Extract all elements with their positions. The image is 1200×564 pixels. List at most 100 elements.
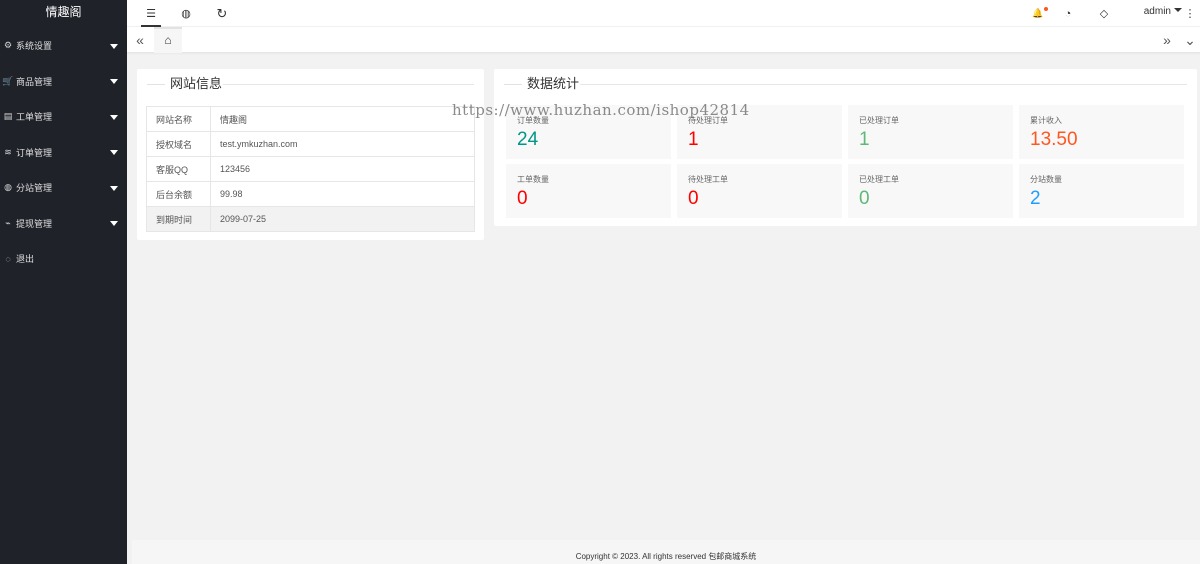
palette-icon: ◔ (1064, 7, 1072, 20)
watermark: https://www.huzhan.com/ishop42814 (452, 101, 750, 119)
cart-icon: 🛒 (2, 75, 14, 86)
stat-pending-tickets: 待处理工单 0 (677, 164, 842, 218)
layers-icon: ≋ (4, 146, 12, 157)
sidebar-item-goods[interactable]: 🛒 商品管理 (0, 64, 127, 100)
menu-toggle-button[interactable]: ☰ (137, 0, 165, 27)
sidebar-item-label: 订单管理 (16, 147, 53, 158)
username: admin (1143, 6, 1171, 17)
tab-options-button[interactable]: ⌄ (1180, 27, 1200, 53)
caret-down-icon (110, 43, 118, 49)
table-row: 后台余额 99.98 (146, 181, 475, 207)
footer: Copyright © 2023. All rights reserved 包邮… (132, 540, 1200, 564)
sidebar-item-label: 退出 (16, 254, 35, 265)
stat-value: 1 (859, 129, 870, 150)
info-value: 99.98 (210, 181, 475, 207)
info-key: 授权域名 (146, 131, 211, 157)
stat-substation-count: 分站数量 2 (1019, 164, 1184, 218)
stat-value: 0 (688, 188, 699, 209)
tab-home[interactable]: ⌂ (154, 27, 182, 53)
chevron-down-icon: ⌄ (1184, 31, 1196, 48)
divider (223, 84, 474, 85)
stats-title: 数据统计 (523, 75, 586, 93)
more-button[interactable]: ⋮ (1180, 0, 1200, 27)
caret-down-icon (110, 221, 118, 227)
sidebar-item-label: 提现管理 (16, 218, 53, 229)
app-brand: 情趣阁 (45, 5, 82, 19)
stats-card: 数据统计 订单数量 24 待处理订单 1 已处理订单 1 累计收入 13.50 … (494, 69, 1197, 226)
user-menu[interactable]: admin (1144, 0, 1182, 27)
tab-scroll-left-button[interactable]: « (127, 27, 153, 53)
sidebar-item-system-settings[interactable]: ⚙ 系统设置 (0, 28, 127, 64)
website-button[interactable]: ◍ (173, 0, 199, 27)
globe-icon: ◍ (181, 8, 191, 20)
sidebar-item-orders[interactable]: ≋ 订单管理 (0, 135, 127, 171)
globe-icon: ◍ (4, 182, 12, 193)
stat-total-income: 累计收入 13.50 (1019, 105, 1184, 159)
double-chevron-left-icon: « (136, 32, 144, 48)
sidebar-item-substations[interactable]: ◍ 分站管理 (0, 170, 127, 206)
site-info-title: 网站信息 (166, 75, 229, 93)
sidebar-item-label: 系统设置 (16, 41, 53, 52)
stat-label: 待处理工单 (688, 175, 728, 184)
sidebar: 情趣阁 ⚙ 系统设置 🛒 商品管理 ▤ 工单管理 ≋ 订单管理 ◍ 分站管理 ⌁… (0, 0, 127, 564)
stat-value: 13.50 (1030, 129, 1078, 150)
top-header: ☰ ◍ ↻ 🔔 ◔ ◇ admin ⋮ (127, 0, 1200, 27)
stat-value: 2 (1030, 188, 1041, 209)
sidebar-item-label: 分站管理 (16, 183, 53, 194)
stat-processed-tickets: 已处理工单 0 (848, 164, 1013, 218)
notification-button[interactable]: 🔔 (1026, 0, 1050, 27)
caret-down-icon (110, 150, 118, 156)
caret-down-icon (110, 114, 118, 120)
table-row: 到期时间 2099-07-25 (146, 206, 475, 232)
info-value: 情趣阁 (210, 106, 475, 132)
info-value: 123456 (210, 156, 475, 182)
copyright-text: Copyright © 2023. All rights reserved 包邮… (575, 552, 757, 561)
refresh-button[interactable]: ↻ (209, 0, 235, 27)
info-key: 网站名称 (146, 106, 211, 132)
shield-icon: ◌ (5, 253, 11, 264)
table-row: 客服QQ 123456 (146, 156, 475, 182)
info-key: 客服QQ (146, 156, 211, 182)
tag-icon: ◇ (1099, 8, 1109, 20)
caret-down-icon (110, 79, 118, 85)
stat-value: 0 (517, 188, 528, 209)
form-icon: ▤ (3, 111, 13, 122)
stat-label: 已处理工单 (859, 175, 899, 184)
info-key: 到期时间 (146, 206, 211, 232)
more-icon: ⋮ (1184, 8, 1196, 20)
stat-value: 24 (517, 129, 539, 150)
tab-bar: « ⌂ » ⌄ (127, 27, 1200, 53)
sidebar-item-tickets[interactable]: ▤ 工单管理 (0, 99, 127, 135)
info-key: 后台余额 (146, 181, 211, 207)
tab-scroll-right-button[interactable]: » (1154, 27, 1180, 53)
stat-label: 工单数量 (517, 175, 549, 184)
tag-button[interactable]: ◇ (1092, 0, 1116, 27)
caret-down-icon (110, 185, 118, 191)
stat-label: 已处理订单 (859, 116, 899, 125)
sidebar-item-withdraw[interactable]: ⌁ 提现管理 (0, 206, 127, 242)
divider (580, 84, 1187, 85)
refresh-icon: ↻ (216, 5, 228, 21)
site-info-card: 网站信息 网站名称 情趣阁 授权域名 test.ymkuzhan.com 客服Q… (137, 69, 484, 240)
stat-label: 分站数量 (1030, 175, 1062, 184)
site-info-table: 网站名称 情趣阁 授权域名 test.ymkuzhan.com 客服QQ 123… (146, 106, 475, 232)
stat-ticket-count: 工单数量 0 (506, 164, 671, 218)
info-value: test.ymkuzhan.com (210, 131, 475, 157)
sidebar-item-logout[interactable]: ◌ 退出 (0, 241, 127, 277)
sidebar-item-label: 商品管理 (16, 76, 53, 87)
stat-processed-orders: 已处理订单 1 (848, 105, 1013, 159)
double-chevron-right-icon: » (1163, 32, 1171, 48)
info-value: 2099-07-25 (210, 206, 475, 232)
stat-value: 1 (688, 129, 699, 150)
notification-dot (1044, 7, 1048, 11)
menu-icon: ☰ (146, 8, 156, 20)
home-icon: ⌂ (164, 33, 172, 47)
site-info-title-bar: 网站信息 (147, 75, 474, 95)
stat-value: 0 (859, 188, 870, 209)
table-row: 网站名称 情趣阁 (146, 106, 475, 132)
bell-icon: 🔔 (1032, 8, 1044, 18)
sidebar-item-label: 工单管理 (16, 112, 53, 123)
theme-button[interactable]: ◔ (1056, 0, 1080, 27)
gear-icon: ⚙ (3, 40, 13, 51)
chart-icon: ⌁ (5, 217, 11, 228)
